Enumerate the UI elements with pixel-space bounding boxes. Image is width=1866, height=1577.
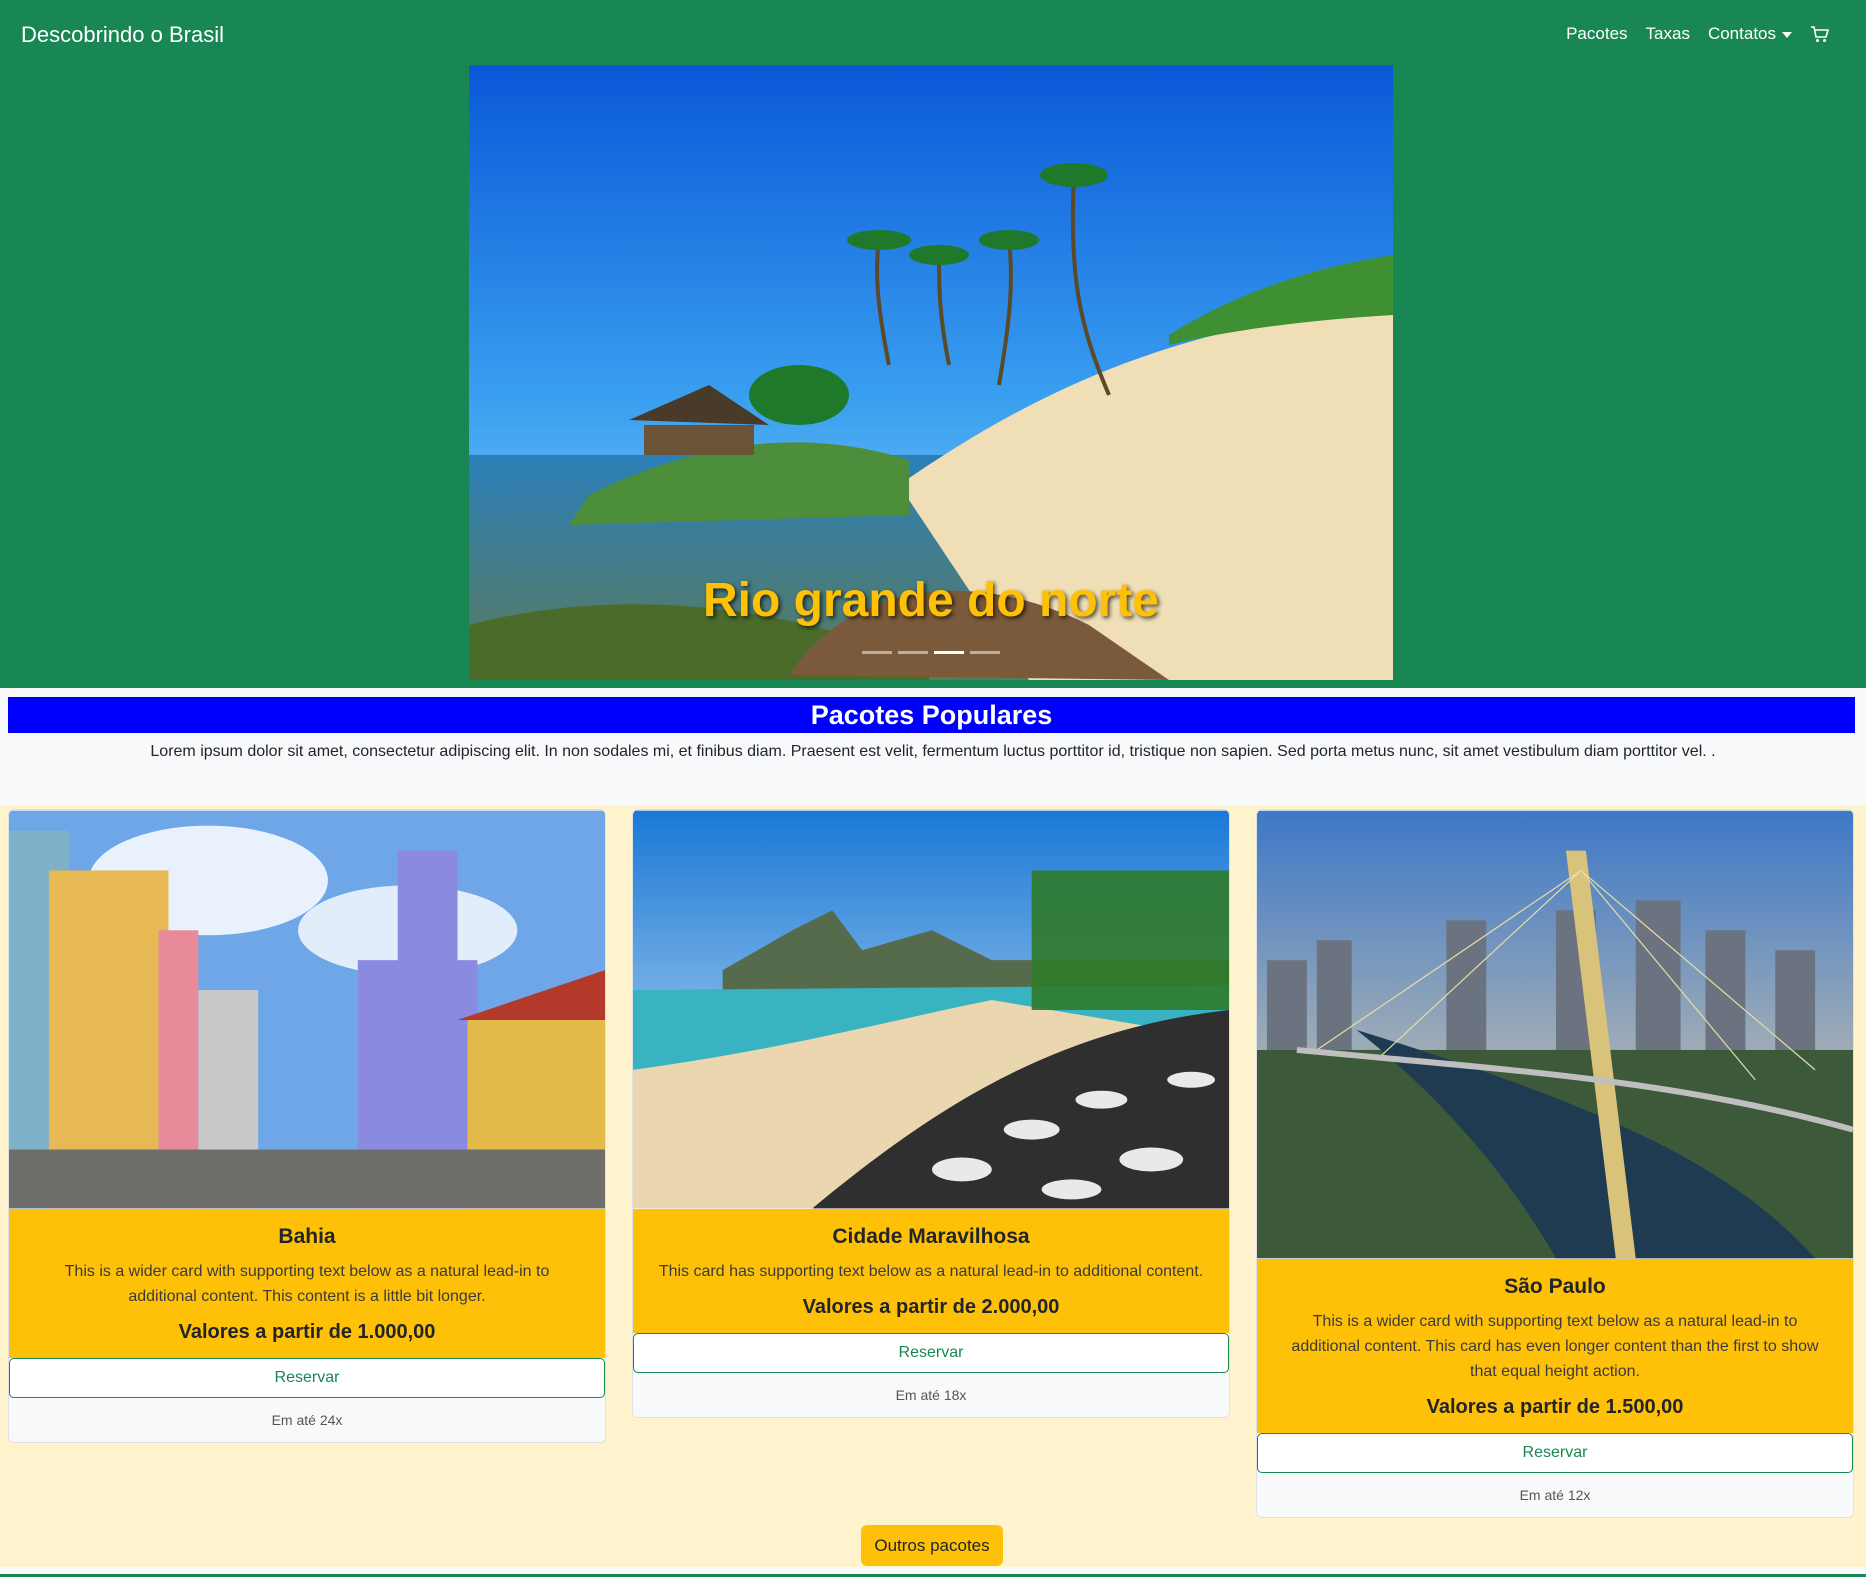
card-text: This card has supporting text below as a…	[658, 1263, 1204, 1280]
card-title: Bahia	[278, 1225, 336, 1248]
carousel-caption: Rio grande do norte	[703, 574, 1159, 627]
brand-link[interactable]: Descobrindo o Brasil	[21, 22, 224, 48]
card-body: Bahia This is a wider card with supporti…	[9, 1209, 605, 1358]
card-image-bahia	[9, 810, 605, 1209]
card-text: This is a wider card with supporting tex…	[1291, 1313, 1819, 1380]
carousel-indicator[interactable]	[970, 651, 1000, 654]
card-footer: Em até 12x	[1257, 1473, 1853, 1517]
reserve-button[interactable]: Reservar	[9, 1358, 605, 1398]
carousel-indicator-active[interactable]	[934, 651, 964, 654]
carousel-indicators	[469, 651, 1393, 654]
section-title: Pacotes Populares	[8, 697, 1855, 733]
hero-carousel[interactable]: Rio grande do norte	[469, 65, 1393, 680]
card-bahia: Bahia This is a wider card with supporti…	[8, 809, 606, 1443]
card-image-rio	[633, 810, 1229, 1209]
card-body: São Paulo This is a wider card with supp…	[1257, 1259, 1853, 1433]
nav-dropdown-contatos[interactable]: Contatos	[1708, 24, 1792, 44]
card-text: This is a wider card with supporting tex…	[64, 1263, 550, 1305]
reserve-button[interactable]: Reservar	[633, 1333, 1229, 1373]
card-footer: Em até 18x	[633, 1373, 1229, 1417]
card-title: São Paulo	[1504, 1275, 1606, 1298]
carousel-indicator[interactable]	[898, 651, 928, 654]
section-lead: Lorem ipsum dolor sit amet, consectetur …	[150, 743, 1716, 760]
card-title: Cidade Maravilhosa	[832, 1225, 1030, 1248]
more-packages-button[interactable]: Outros pacotes	[861, 1525, 1003, 1566]
card-price: Valores a partir de 2.000,00	[802, 1296, 1060, 1318]
reserve-button[interactable]: Reservar	[1257, 1433, 1853, 1473]
nav-link-taxas[interactable]: Taxas	[1646, 24, 1690, 44]
nav-links: Pacotes Taxas Contatos	[1566, 24, 1830, 44]
nav-link-contatos-label: Contatos	[1707, 24, 1776, 43]
carousel-indicator[interactable]	[862, 651, 892, 654]
nav-link-pacotes[interactable]: Pacotes	[1566, 24, 1627, 44]
navbar: Descobrindo o Brasil Pacotes Taxas Conta…	[0, 0, 1866, 70]
caret-down-icon	[1782, 31, 1792, 38]
cart-icon[interactable]	[1810, 25, 1830, 43]
hero-section: Descobrindo o Brasil Pacotes Taxas Conta…	[0, 0, 1866, 688]
card-image-sao-paulo	[1257, 810, 1853, 1259]
card-cidade-maravilhosa: Cidade Maravilhosa This card has support…	[632, 809, 1230, 1418]
card-price: Valores a partir de 1.000,00	[178, 1321, 436, 1343]
card-sao-paulo: São Paulo This is a wider card with supp…	[1256, 809, 1854, 1518]
card-body: Cidade Maravilhosa This card has support…	[633, 1209, 1229, 1333]
card-footer: Em até 24x	[9, 1398, 605, 1442]
card-price: Valores a partir de 1.500,00	[1426, 1396, 1684, 1418]
